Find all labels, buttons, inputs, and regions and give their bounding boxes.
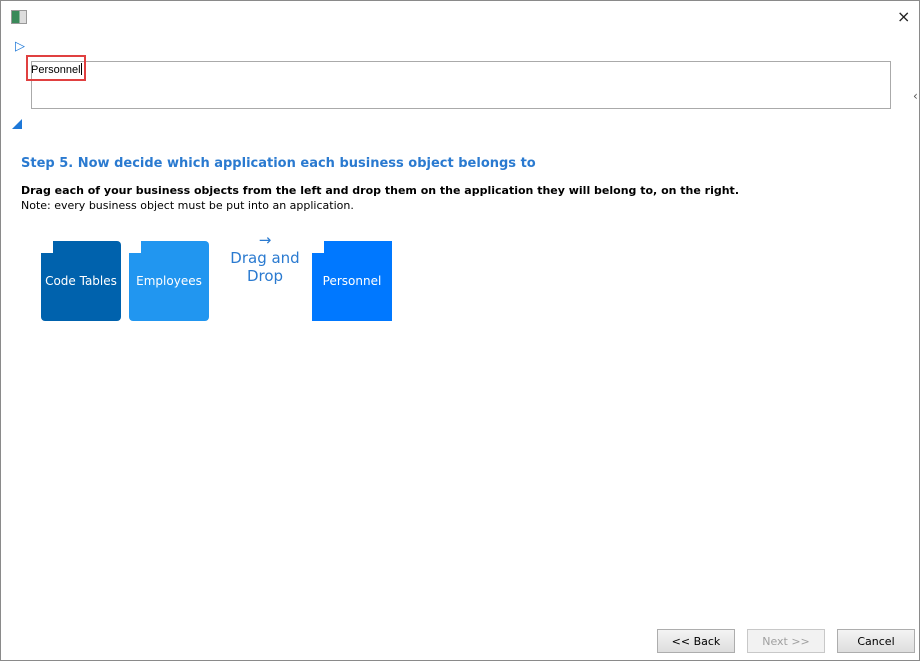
name-input-value[interactable]: Personnel xyxy=(26,55,86,81)
name-textbox[interactable] xyxy=(31,61,891,109)
drag-drop-hint: → Drag and Drop xyxy=(227,231,303,285)
side-chevron-icon[interactable]: ‹ xyxy=(913,89,918,103)
step-title: Step 5. Now decide which application eac… xyxy=(21,156,536,171)
step-note: Note: every business object must be put … xyxy=(21,199,354,212)
step-instruction: Drag each of your business objects from … xyxy=(21,184,739,197)
cancel-button[interactable]: Cancel xyxy=(837,629,915,653)
arrow-right-icon: → xyxy=(258,231,272,249)
business-object-code-tables[interactable]: Code Tables xyxy=(41,241,121,321)
next-button[interactable]: Next >> xyxy=(747,629,825,653)
folder-label: Code Tables xyxy=(45,274,117,288)
close-button[interactable]: × xyxy=(897,7,910,26)
resize-triangle-icon[interactable] xyxy=(12,119,22,129)
app-icon xyxy=(11,10,27,24)
folder-label: Personnel xyxy=(322,274,382,288)
application-personnel[interactable]: Personnel xyxy=(312,241,392,321)
back-button[interactable]: << Back xyxy=(657,629,735,653)
drag-drop-label: Drag and Drop xyxy=(230,249,300,285)
folder-label: Employees xyxy=(136,274,202,288)
business-object-employees[interactable]: Employees xyxy=(129,241,209,321)
wizard-window: × ▷ Personnel ‹ Step 5. Now decide which… xyxy=(0,0,920,661)
expand-triangle-icon[interactable]: ▷ xyxy=(15,39,25,54)
